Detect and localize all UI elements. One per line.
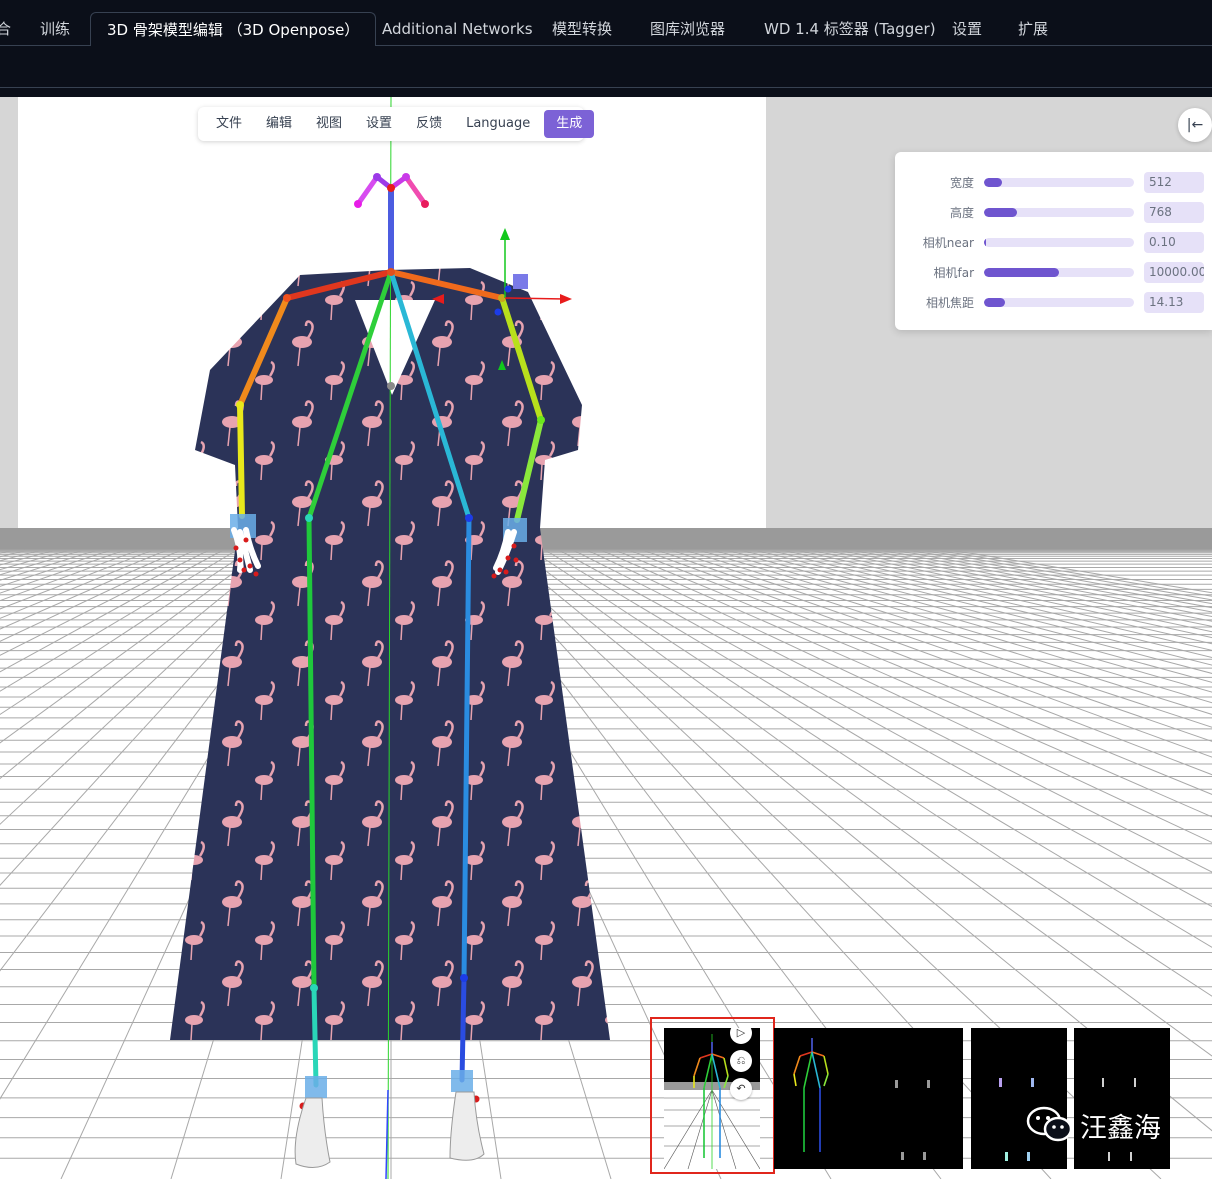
tab-model-convert[interactable]: 模型转换 bbox=[552, 12, 612, 46]
thumbnail-scene[interactable]: ▷ ⎌ ↶ bbox=[664, 1028, 760, 1169]
tab-train[interactable]: 训练 bbox=[40, 12, 70, 46]
camera-near-slider-fill bbox=[984, 238, 986, 247]
editor-menu-bar: 文件 编辑 视图 设置 反馈 Language 生成 bbox=[198, 107, 595, 141]
menu-file[interactable]: 文件 bbox=[204, 110, 254, 138]
width-slider[interactable] bbox=[984, 178, 1134, 187]
thumbnail-canny[interactable] bbox=[1074, 1028, 1170, 1169]
thumbnail-openpose[interactable] bbox=[774, 1028, 870, 1169]
collapse-left-icon: |← bbox=[1186, 117, 1204, 133]
collapse-panel-button[interactable]: |← bbox=[1178, 108, 1212, 142]
tab-additional-networks[interactable]: Additional Networks bbox=[382, 12, 533, 46]
tab-settings[interactable]: 设置 bbox=[952, 12, 982, 46]
undo-icon[interactable]: ↶ bbox=[730, 1078, 752, 1100]
height-slider[interactable] bbox=[984, 208, 1134, 217]
menu-edit[interactable]: 编辑 bbox=[254, 110, 304, 138]
camera-far-slider[interactable] bbox=[984, 268, 1134, 277]
camera-near-slider[interactable] bbox=[984, 238, 1134, 247]
menu-view[interactable]: 视图 bbox=[304, 110, 354, 138]
thumbnail-openpose-image bbox=[793, 1038, 829, 1152]
menu-feedback[interactable]: 反馈 bbox=[404, 110, 454, 138]
watermark-text: 汪鑫海 bbox=[1080, 1112, 1161, 1144]
width-label: 宽度 bbox=[949, 176, 974, 190]
thumbnail-normal-image bbox=[999, 1078, 1034, 1161]
generate-button[interactable]: 生成 bbox=[544, 110, 595, 138]
camera-far-label: 相机far bbox=[933, 266, 974, 280]
height-label: 高度 bbox=[949, 206, 974, 220]
tab-tagger[interactable]: WD 1.4 标签器 (Tagger) bbox=[764, 12, 936, 46]
camera-near-label: 相机near bbox=[922, 236, 974, 250]
camera-focal-row: 相机焦距 14.13 bbox=[895, 292, 1212, 314]
output-thumbnails: ▷ ⎌ ↶ bbox=[664, 1028, 1174, 1170]
wechat-icon bbox=[1026, 1106, 1073, 1142]
thumbnail-canny-image bbox=[1102, 1078, 1136, 1161]
thumbnail-depth[interactable] bbox=[867, 1028, 963, 1169]
tab-bar: 合 训练 3D 骨架模型编辑 （3D Openpose） Additional … bbox=[0, 0, 1212, 46]
thumbnail-depth-image bbox=[895, 1080, 930, 1160]
lock-icon[interactable]: ⎌ bbox=[730, 1050, 752, 1072]
height-input[interactable]: 768 bbox=[1144, 202, 1204, 223]
camera-far-slider-fill bbox=[984, 268, 1059, 277]
tab-image-browser[interactable]: 图库浏览器 bbox=[650, 12, 725, 46]
camera-far-input[interactable]: 10000.00 bbox=[1144, 262, 1204, 283]
watermark: 汪鑫海 bbox=[1026, 1104, 1161, 1146]
width-row: 宽度 512 bbox=[895, 172, 1212, 194]
camera-focal-input[interactable]: 14.13 bbox=[1144, 292, 1204, 313]
sub-toolbar bbox=[0, 46, 1212, 88]
tab-3d-openpose[interactable]: 3D 骨架模型编辑 （3D Openpose） bbox=[90, 12, 377, 46]
thumbnail-normal[interactable] bbox=[971, 1028, 1067, 1169]
camera-focal-slider[interactable] bbox=[984, 298, 1134, 307]
tab-partial[interactable]: 合 bbox=[0, 12, 11, 46]
menu-settings[interactable]: 设置 bbox=[354, 110, 404, 138]
height-row: 高度 768 bbox=[895, 202, 1212, 224]
camera-settings-panel: 宽度 512 高度 768 相机near 0.10 相机far 10000.00… bbox=[895, 152, 1212, 330]
camera-near-input[interactable]: 0.10 bbox=[1144, 232, 1204, 253]
height-slider-fill bbox=[984, 208, 1017, 217]
tab-extensions[interactable]: 扩展 bbox=[1018, 12, 1048, 46]
camera-near-row: 相机near 0.10 bbox=[895, 232, 1212, 254]
menu-language[interactable]: Language bbox=[454, 110, 542, 138]
camera-focal-slider-fill bbox=[984, 298, 1005, 307]
camera-far-row: 相机far 10000.00 bbox=[895, 262, 1212, 284]
width-slider-fill bbox=[984, 178, 1002, 187]
width-input[interactable]: 512 bbox=[1144, 172, 1204, 193]
camera-focal-label: 相机焦距 bbox=[925, 296, 974, 310]
